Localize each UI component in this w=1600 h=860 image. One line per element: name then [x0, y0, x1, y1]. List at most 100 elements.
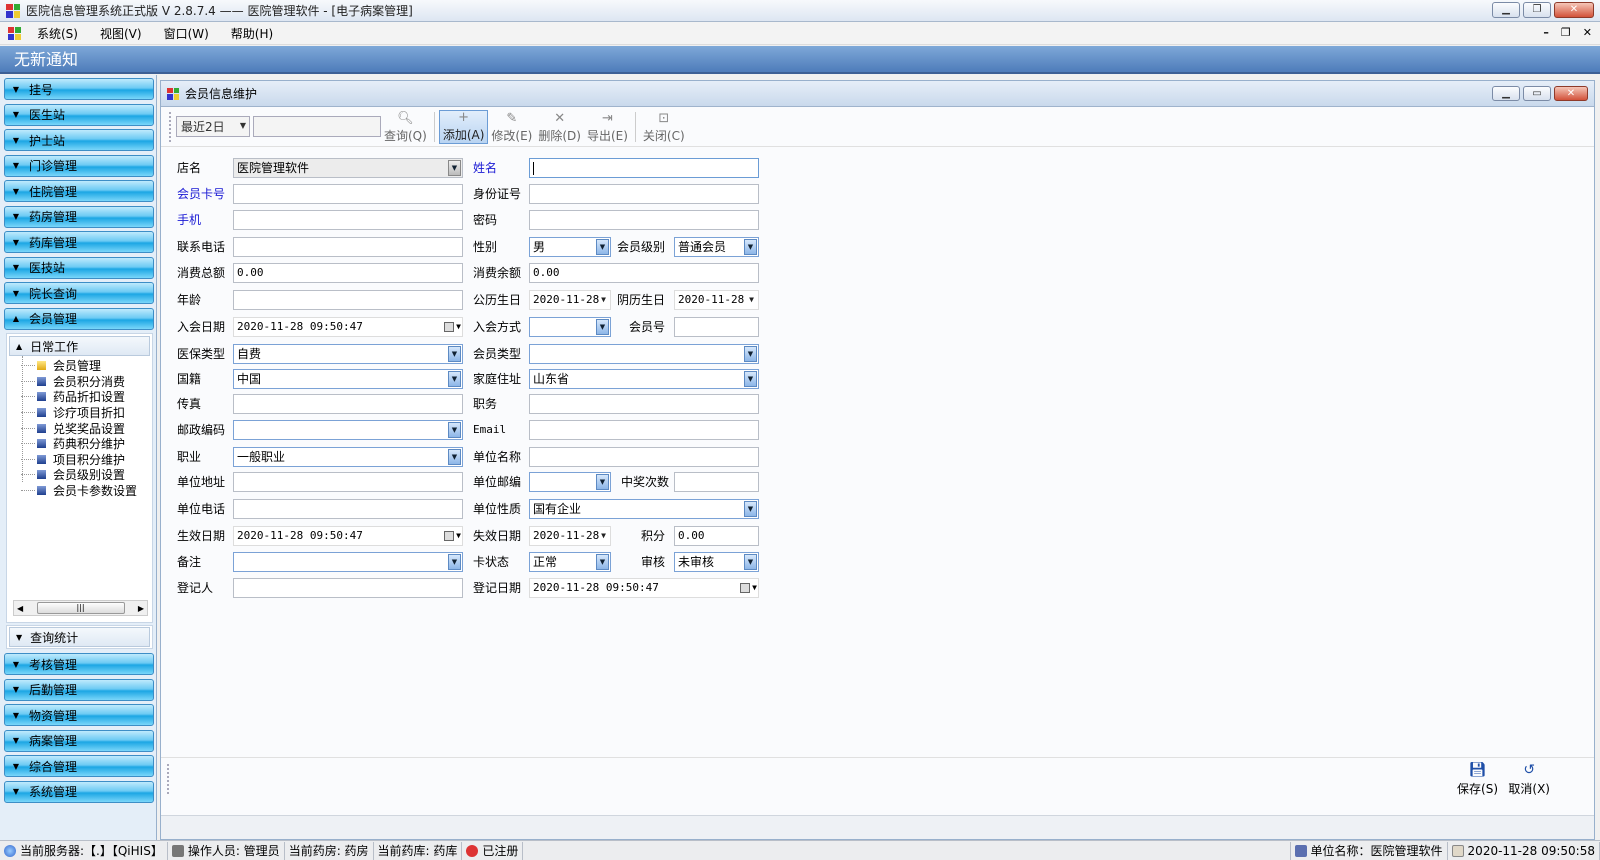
- company-phone-input[interactable]: [233, 499, 463, 519]
- tree-item[interactable]: 项目积分维护: [7, 452, 152, 468]
- join-date-picker[interactable]: 2020-11-28 09:50:47 ▼: [233, 317, 463, 337]
- nav-materials[interactable]: ▼ 物资管理: [4, 704, 154, 726]
- date-range-select[interactable]: 最近2日 ▼: [176, 116, 250, 137]
- scroll-right-icon[interactable]: ▶: [138, 604, 144, 613]
- nav-system[interactable]: ▼ 系统管理: [4, 780, 154, 803]
- tree-item[interactable]: 兑奖奖品设置: [7, 420, 152, 436]
- name-input[interactable]: [529, 158, 759, 178]
- card-status-select[interactable]: 正常 ▼: [529, 552, 611, 572]
- child-close-button[interactable]: ✕: [1554, 86, 1588, 101]
- child-maximize-button[interactable]: ▭: [1523, 86, 1551, 101]
- occupation-select[interactable]: 一般职业 ▼: [233, 447, 463, 467]
- nav-nurse-station[interactable]: ▼ 护士站: [4, 129, 154, 151]
- cancel-button[interactable]: ↺ 取消(X): [1508, 762, 1550, 797]
- nav-doctor-station[interactable]: ▼ 医生站: [4, 103, 154, 126]
- nav-inpatient[interactable]: ▼ 住院管理: [4, 180, 154, 202]
- balance-input[interactable]: 0.00: [529, 263, 759, 283]
- join-method-select[interactable]: ▼: [529, 317, 611, 337]
- tree-group-daily[interactable]: ▲ 日常工作: [9, 336, 150, 356]
- gender-select[interactable]: 男 ▼: [529, 237, 611, 257]
- company-postcode-select[interactable]: ▼: [529, 472, 611, 492]
- nav-drug-store[interactable]: ▼ 药库管理: [4, 231, 154, 253]
- nav-logistics[interactable]: ▼ 后勤管理: [4, 678, 154, 701]
- tree-item[interactable]: 药典积分维护: [7, 436, 152, 452]
- company-nature-select[interactable]: 国有企业 ▼: [529, 499, 759, 519]
- delete-button[interactable]: ✕ 删除(D): [535, 110, 584, 144]
- tree-item[interactable]: 会员积分消费: [7, 374, 152, 390]
- restore-button[interactable]: ❐: [1523, 2, 1551, 18]
- menu-window[interactable]: 窗口(W): [158, 25, 215, 42]
- search-input[interactable]: [253, 116, 381, 137]
- scroll-left-icon[interactable]: ◀: [17, 604, 23, 613]
- export-button[interactable]: ⇥ 导出(E): [584, 110, 631, 144]
- card-no-input[interactable]: [233, 184, 463, 204]
- lunar-birthday-picker[interactable]: 2020-11-28 ▼: [674, 290, 759, 310]
- nav-medtech[interactable]: ▼ 医技站: [4, 256, 154, 279]
- nav-registration[interactable]: ▼ 挂号: [4, 78, 154, 100]
- nav-member[interactable]: ▲ 会员管理: [4, 307, 154, 330]
- edit-button[interactable]: ✎ 修改(E): [488, 110, 535, 144]
- remark-select[interactable]: ▼: [233, 552, 463, 572]
- dropdown-arrow-icon: ▼: [448, 422, 461, 438]
- level-select[interactable]: 普通会员 ▼: [674, 237, 759, 257]
- nationality-select[interactable]: 中国 ▼: [233, 369, 463, 389]
- label-company-nature: 单位性质: [473, 502, 522, 516]
- menu-system[interactable]: 系统(S): [31, 25, 84, 42]
- close-button[interactable]: ✕: [1554, 2, 1594, 18]
- menu-help[interactable]: 帮助(H): [225, 25, 279, 42]
- scroll-thumb[interactable]: |||: [36, 602, 125, 614]
- solar-birthday-picker[interactable]: 2020-11-28 ▼: [529, 290, 611, 310]
- close-window-button[interactable]: ⊡ 关闭(C): [640, 110, 688, 144]
- tree-group-query[interactable]: ▼ 查询统计: [9, 627, 150, 647]
- nav-pharmacy[interactable]: ▼ 药房管理: [4, 205, 154, 228]
- minimize-button[interactable]: ▁: [1492, 2, 1520, 18]
- mdi-restore-button[interactable]: ❐: [1561, 26, 1571, 39]
- prize-count-input[interactable]: [674, 472, 759, 492]
- points-input[interactable]: 0.00: [674, 526, 759, 546]
- menu-view[interactable]: 视图(V): [94, 25, 148, 42]
- nav-general[interactable]: ▼ 综合管理: [4, 755, 154, 777]
- company-name-input[interactable]: [529, 447, 759, 467]
- nav-dean-query[interactable]: ▼ 院长查询: [4, 282, 154, 304]
- password-input[interactable]: [529, 210, 759, 230]
- mdi-minimize-button[interactable]: –: [1543, 26, 1549, 39]
- position-input[interactable]: [529, 394, 759, 414]
- audit-select[interactable]: 未审核 ▼: [674, 552, 759, 572]
- nav-assessment[interactable]: ▼ 考核管理: [4, 653, 154, 675]
- id-no-input[interactable]: [529, 184, 759, 204]
- insurance-type-select[interactable]: 自费 ▼: [233, 344, 463, 364]
- add-button[interactable]: + 添加(A): [438, 109, 489, 144]
- age-input[interactable]: [233, 290, 463, 310]
- tree-item[interactable]: 会员管理: [7, 358, 152, 374]
- email-input[interactable]: [529, 420, 759, 440]
- tree-item[interactable]: 药品折扣设置: [7, 389, 152, 405]
- nav-outpatient[interactable]: ▼ 门诊管理: [4, 154, 154, 177]
- home-address-select[interactable]: 山东省 ▼: [529, 369, 759, 389]
- mdi-close-button[interactable]: ✕: [1583, 26, 1592, 39]
- tree-horizontal-scrollbar[interactable]: ◀ ||| ▶: [13, 600, 148, 616]
- member-no-input[interactable]: [674, 317, 759, 337]
- plus-icon: +: [458, 109, 470, 125]
- register-date-picker[interactable]: 2020-11-28 09:50:47 ▼: [529, 578, 759, 598]
- nav-records[interactable]: ▼ 病案管理: [4, 729, 154, 752]
- total-spent-input[interactable]: 0.00: [233, 263, 463, 283]
- effective-date-picker[interactable]: 2020-11-28 09:50:47 ▼: [233, 526, 463, 546]
- label-shop-name: 店名: [177, 161, 202, 175]
- member-type-select[interactable]: ▼: [529, 344, 759, 364]
- fax-input[interactable]: [233, 394, 463, 414]
- postcode-select[interactable]: ▼: [233, 420, 463, 440]
- tree-item[interactable]: 会员级别设置: [7, 467, 152, 483]
- tree-item[interactable]: 会员卡参数设置: [7, 483, 152, 499]
- query-button[interactable]: 🔍︎ 查询(Q): [381, 110, 430, 144]
- expiry-date-picker[interactable]: 2020-11-28 ▼: [529, 526, 611, 546]
- member-tree: ▲ 日常工作 会员管理 会员积分消费 药品折扣设置 诊疗项目折扣 兑奖奖品设置 药…: [6, 333, 153, 623]
- shop-name-select[interactable]: 医院管理软件 ▼: [233, 158, 463, 178]
- tree-item[interactable]: 诊疗项目折扣: [7, 405, 152, 421]
- child-minimize-button[interactable]: ▁: [1492, 86, 1520, 101]
- mobile-input[interactable]: [233, 210, 463, 230]
- save-button[interactable]: 💾︎ 保存(S): [1457, 762, 1498, 797]
- registrar-input[interactable]: [233, 578, 463, 598]
- phone-input[interactable]: [233, 237, 463, 257]
- company-address-input[interactable]: [233, 472, 463, 492]
- calendar-icon: [740, 583, 750, 593]
